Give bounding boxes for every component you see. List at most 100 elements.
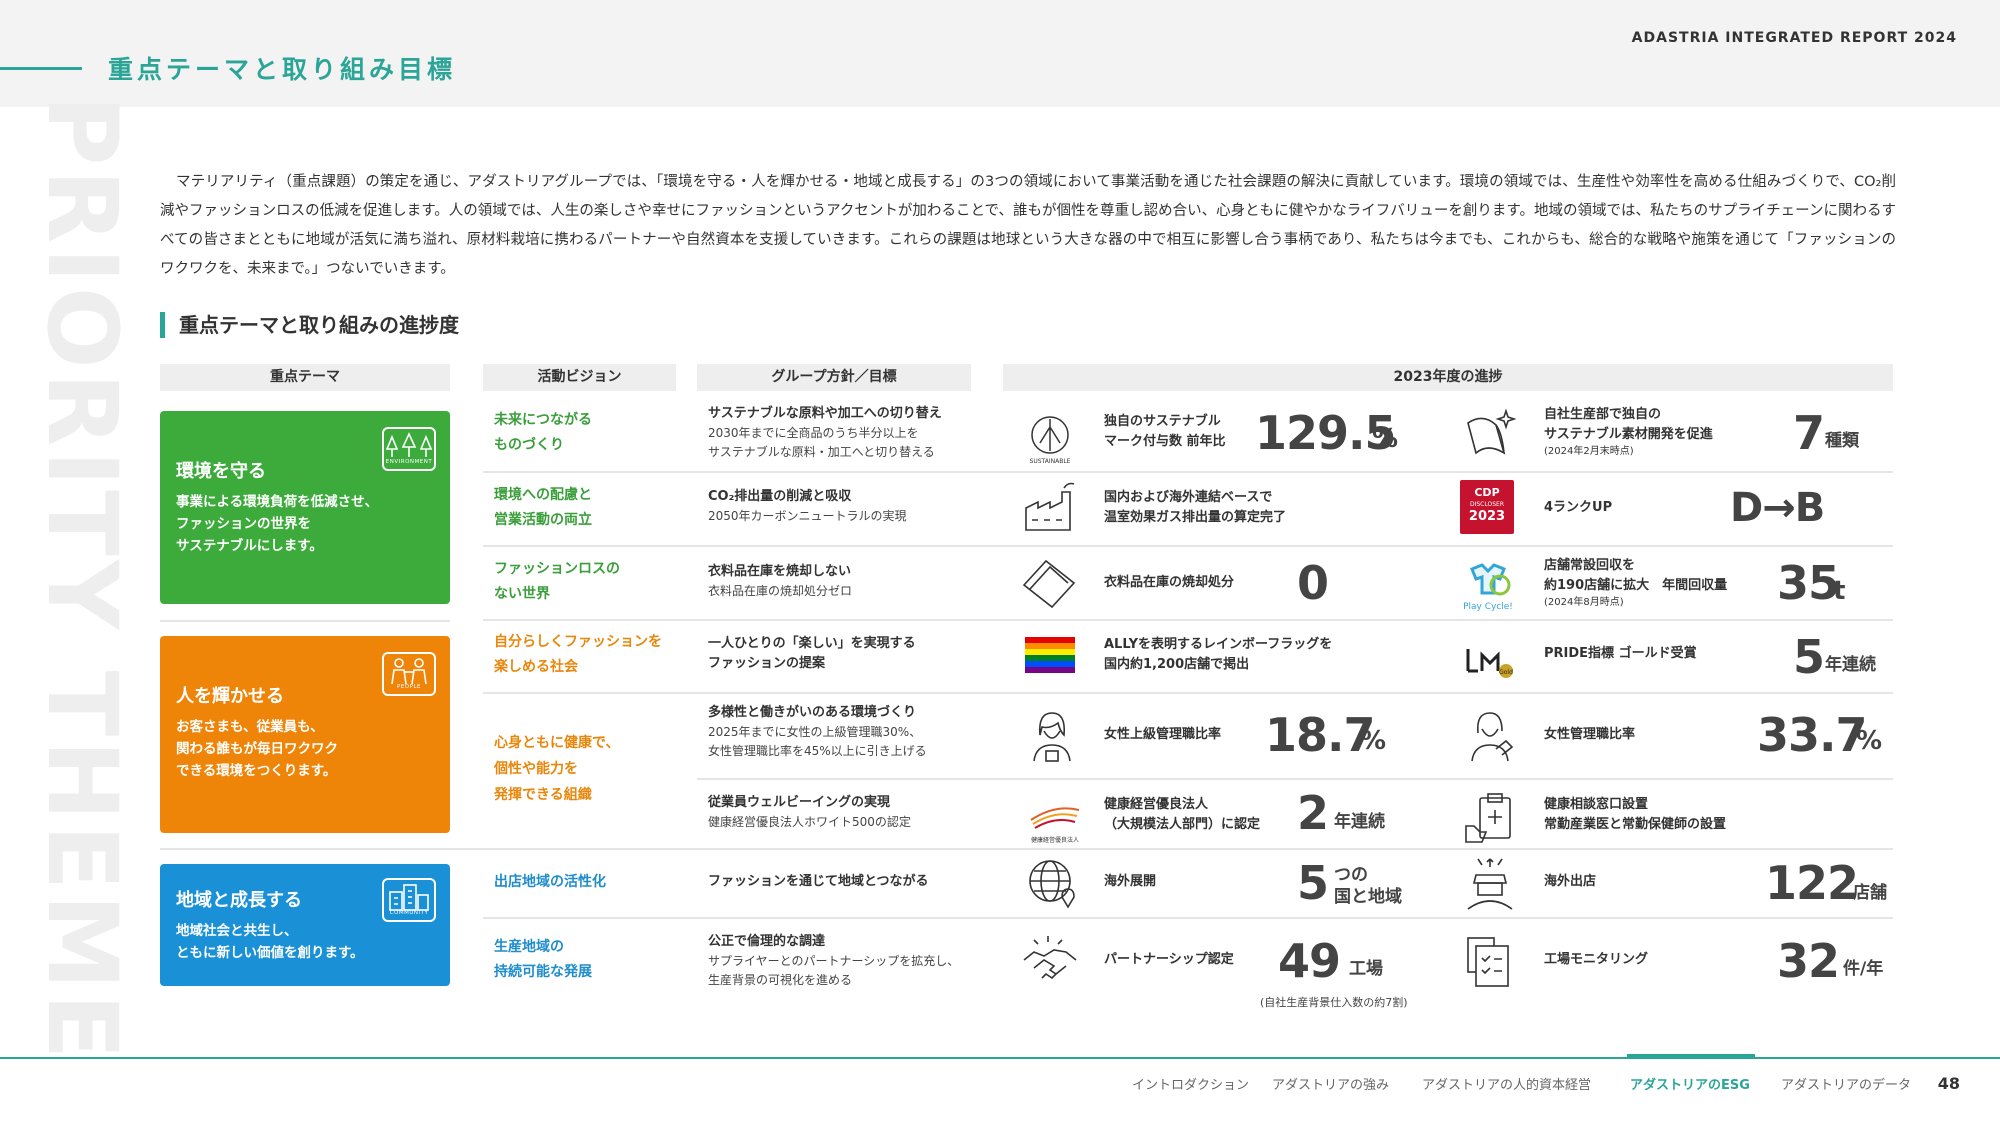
- buildings-icon: COMMUNITY: [382, 878, 436, 922]
- page-number: 48: [1937, 1074, 1960, 1093]
- report-title: ADASTRIA INTEGRATED REPORT 2024: [1631, 30, 1957, 46]
- progress-unit: 年連続: [1825, 655, 1876, 675]
- progress-label: 健康経営優良法人 （大規模法人部門）に認定: [1104, 797, 1261, 832]
- progress-label: 工場モニタリング: [1544, 952, 1649, 967]
- intro-paragraph: マテリアリティ（重点課題）の策定を通じ、アダストリアグループでは、「環境を守る・…: [160, 174, 1896, 277]
- progress-value: 5: [1793, 630, 1825, 684]
- row-divider: [483, 619, 1893, 621]
- progress-label: 女性上級管理職比率: [1104, 727, 1222, 742]
- svg-text:SUSTAINABLE: SUSTAINABLE: [1030, 458, 1071, 465]
- row-divider: [483, 545, 1893, 547]
- sustainable-mark-icon: SUSTAINABLE: [1020, 405, 1080, 465]
- section-title: 重点テーマと取り組みの進捗度: [160, 312, 459, 338]
- column-header-theme: 重点テーマ: [160, 364, 450, 391]
- progress-label: 国内および海外連結ベースで 温室効果ガス排出量の算定完了: [1104, 490, 1287, 525]
- progress-label: PRIDE指標 ゴールド受賞: [1544, 646, 1697, 661]
- globe-pin-icon: [1022, 853, 1082, 913]
- progress-value: 49: [1278, 934, 1341, 988]
- policy-item: ファッションを通じて地域とつながる: [708, 874, 929, 889]
- progress-value: 0: [1297, 556, 1329, 610]
- fabric-sparkle-icon: [1458, 403, 1518, 463]
- theme-community: COMMUNITY 地域と成長する 地域社会と共生し、 ともに新しい価値を創ります…: [160, 864, 450, 986]
- progress-unit: 工場: [1349, 959, 1383, 979]
- vision-item: 生産地域の 持続可能な発展: [494, 939, 592, 980]
- vision-item: 心身ともに健康で、 個性や能力を 発揮できる組織: [494, 735, 620, 803]
- store-globe-icon: [1460, 853, 1520, 913]
- progress-label: 健康相談窓口設置 常勤産業医と常勤保健師の設置: [1544, 797, 1727, 832]
- row-divider: [697, 778, 1893, 780]
- progress-label: 衣料品在庫の焼却処分: [1104, 575, 1235, 590]
- progress-unit: %: [1856, 726, 1883, 756]
- progress-value: 5: [1297, 856, 1329, 910]
- factory-icon: [1020, 478, 1080, 538]
- progress-label: パートナーシップ認定: [1104, 952, 1234, 967]
- rainbow-flag-icon: [1025, 637, 1075, 673]
- handshake-icon: [1020, 932, 1080, 992]
- progress-unit: %: [1372, 424, 1399, 454]
- footer-nav-intro[interactable]: イントロダクション: [1132, 1074, 1249, 1093]
- progress-label: 店舗常設回収を 約190店舗に拡大 年間回収量 (2024年8月時点): [1544, 558, 1728, 608]
- vision-item: 自分らしくファッションを 楽しめる社会: [494, 634, 662, 675]
- progress-value: 2: [1297, 786, 1329, 840]
- policy-item: 多様性と働きがいのある環境づくり 2025年までに女性の上級管理職30%、 女性管理…: [708, 705, 927, 758]
- progress-value: 32: [1777, 934, 1840, 988]
- row-divider: [483, 917, 1893, 919]
- progress-label: 海外出店: [1544, 874, 1597, 889]
- documents-check-icon: [1460, 932, 1520, 992]
- svg-text:Play Cycle!: Play Cycle!: [1463, 602, 1513, 612]
- footer-nav-human-capital[interactable]: アダストリアの人的資本経営: [1422, 1074, 1591, 1093]
- vision-item: 環境への配慮と 営業活動の両立: [494, 487, 592, 528]
- policy-item: 従業員ウェルビーイングの実現 健康経営優良法人ホワイト500の認定: [708, 795, 911, 829]
- progress-value: 33.7: [1757, 708, 1867, 762]
- footer-nav-esg[interactable]: アダストリアのESG: [1630, 1074, 1750, 1093]
- svg-text:健康経営優良法人: 健康経営優良法人: [1031, 836, 1079, 844]
- row-divider: [160, 620, 450, 622]
- policy-item: 公正で倫理的な調達 サプライヤーとのパートナーシップを拡充し、 生産背景の可視化を進…: [708, 934, 960, 987]
- progress-unit: 店舗: [1853, 883, 1887, 903]
- folded-clothes-icon: [1020, 553, 1080, 613]
- progress-unit: t: [1833, 576, 1846, 606]
- theme-people: PEOPLE 人を輝かせる お客さまも、従業員も、 関わる誰もが毎日ワクワク できる…: [160, 636, 450, 833]
- progress-label: 女性管理職比率: [1544, 727, 1636, 742]
- progress-label: 自社生産部で独自の サステナブル素材開発を促進 (2024年2月末時点): [1544, 407, 1713, 457]
- column-header-policy: グループ方針／目標: [697, 364, 971, 391]
- vision-item: ファッションロスの ない世界: [494, 561, 620, 602]
- clipboard-medical-icon: [1460, 788, 1520, 848]
- theme-desc: 地域社会と共生し、 ともに新しい価値を創ります。: [176, 923, 364, 961]
- policy-item: CO₂排出量の削減と吸収 2050年カーボンニュートラルの実現: [708, 489, 907, 523]
- progress-label: 海外展開: [1104, 874, 1157, 889]
- progress-unit: 件/年: [1843, 959, 1884, 979]
- policy-item: 一人ひとりの「楽しい」を実現する ファッションの提案: [708, 636, 916, 671]
- progress-value: 7: [1793, 406, 1825, 460]
- progress-value: 122: [1765, 856, 1859, 910]
- progress-label: 独自のサステナブル マーク付与数 前年比: [1104, 414, 1226, 449]
- progress-label: ALLYを表明するレインボーフラッグを 国内約1,200店舗で掲出: [1104, 637, 1333, 672]
- footer-nav-data[interactable]: アダストリアのデータ: [1781, 1074, 1911, 1093]
- policy-item: 衣料品在庫を焼却しない 衣料品在庫の焼却処分ゼロ: [708, 564, 853, 598]
- people-icon: PEOPLE: [382, 652, 436, 696]
- progress-note: (自社生産背景仕入数の約7割): [1260, 996, 1408, 1009]
- theme-desc: 事業による環境負荷を低減させ、 ファッションの世界を サステナブルにします。: [176, 494, 379, 554]
- woman-icon: [1022, 705, 1082, 765]
- footer-active-indicator: [1627, 1054, 1755, 1059]
- header-accent-line: [0, 67, 82, 70]
- progress-unit: %: [1360, 726, 1387, 756]
- progress-unit: 種類: [1825, 431, 1859, 451]
- health-management-logo: 健康経営優良法人: [1025, 790, 1085, 850]
- svg-text:Gold: Gold: [1499, 669, 1513, 676]
- progress-value: D→B: [1730, 485, 1825, 531]
- trees-icon: ENVIRONMENT: [382, 427, 436, 471]
- row-divider: [483, 692, 1893, 694]
- vertical-background-text: PRIORITY THEME: [26, 95, 138, 1064]
- policy-item: サステナブルな原料や加工への切り替え 2030年までに全商品のうち半分以上を サステ…: [708, 406, 942, 459]
- woman-worker-icon: [1460, 705, 1520, 765]
- page-heading: 重点テーマと取り組み目標: [108, 55, 457, 84]
- progress-label: 4ランクUP: [1544, 500, 1613, 515]
- progress-unit: 年連続: [1334, 812, 1385, 832]
- footer-nav-strengths[interactable]: アダストリアの強み: [1272, 1074, 1389, 1093]
- cdp-logo: CDP DISCLOSER 2023: [1460, 480, 1514, 534]
- row-divider: [483, 471, 1893, 473]
- vision-item: 未来につながる ものづくり: [494, 412, 592, 453]
- progress-value: 18.7: [1265, 708, 1375, 762]
- theme-environment: ENVIRONMENT 環境を守る 事業による環境負荷を低減させ、 ファッションの…: [160, 411, 450, 604]
